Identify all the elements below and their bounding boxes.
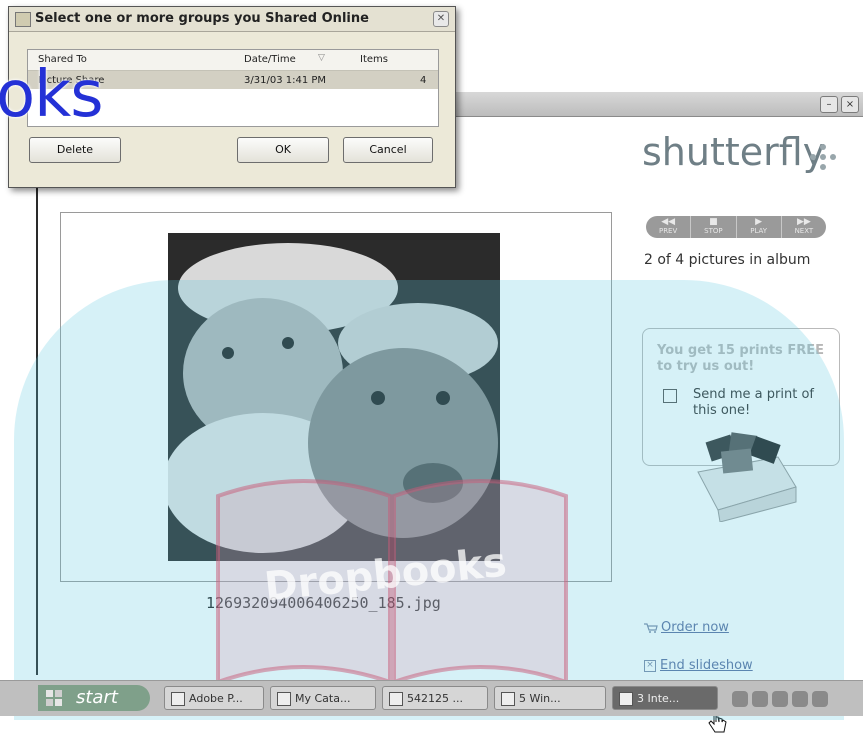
column-date-time[interactable]: Date/Time (244, 54, 296, 65)
stop-button[interactable]: ■ STOP (691, 216, 737, 238)
windows-logo-icon (46, 690, 62, 706)
photo-filename: 126932094006406250_185.jpg (206, 594, 441, 612)
forward-icon: ▶▶ (796, 217, 811, 227)
row-date-time: 3/31/03 1:41 PM (244, 75, 327, 86)
end-slideshow-link[interactable]: × End slideshow (644, 658, 753, 673)
system-tray (732, 685, 863, 713)
watermark-text: oks (0, 58, 104, 132)
taskbar-item-document[interactable]: 542125 ... (382, 686, 488, 710)
album-status: 2 of 4 pictures in album (644, 252, 811, 268)
folder-icon (501, 692, 515, 706)
share-icon (15, 12, 31, 27)
slideshow-controls: ◀◀ PREV ■ STOP ▶ PLAY ▶▶ NEXT (646, 216, 826, 238)
prev-button[interactable]: ◀◀ PREV (646, 216, 692, 238)
task-label-internet: 3 Inte... (637, 692, 680, 705)
task-label-adobe: Adobe P... (189, 692, 243, 705)
play-label: PLAY (750, 227, 768, 235)
clock-icon[interactable] (812, 691, 828, 707)
prev-label: PREV (658, 227, 678, 235)
stop-label: STOP (704, 227, 723, 235)
delete-button[interactable]: Delete (29, 137, 121, 163)
rewind-icon: ◀◀ (661, 217, 676, 227)
end-slideshow-label: End slideshow (660, 658, 753, 673)
next-button[interactable]: ▶▶ NEXT (782, 216, 826, 238)
shutterfly-logo: shutterfly (642, 130, 826, 174)
document-app-icon (389, 692, 403, 706)
next-label: NEXT (794, 227, 814, 235)
minimize-icon[interactable]: – (820, 96, 838, 113)
taskbar-item-catalog[interactable]: My Cata... (270, 686, 376, 710)
order-now-link[interactable]: Order now (644, 620, 729, 635)
network-icon[interactable] (732, 691, 748, 707)
send-print-checkbox[interactable] (663, 389, 677, 403)
dialog-titlebar: Select one or more groups you Shared Onl… (9, 7, 455, 32)
sort-arrow-icon: ▽ (318, 53, 325, 63)
cancel-button[interactable]: Cancel (343, 137, 433, 163)
play-icon: ▶ (755, 217, 763, 227)
promo-headline: You get 15 prints FREE to try us out! (657, 343, 824, 374)
taskbar-item-windows[interactable]: 5 Win... (494, 686, 606, 710)
row-items: 4 (420, 75, 427, 86)
taskbar: start Adobe P... My Cata... 542125 ... 5… (0, 680, 863, 716)
close-icon[interactable]: × (841, 96, 859, 113)
ok-button[interactable]: OK (237, 137, 329, 163)
order-now-label: Order now (661, 620, 729, 635)
start-label: start (76, 687, 118, 708)
dialog-close-icon[interactable]: ✕ (433, 11, 449, 27)
slideshow-photo (168, 233, 500, 561)
security-icon[interactable] (772, 691, 788, 707)
play-button[interactable]: ▶ PLAY (737, 216, 782, 238)
volume-icon[interactable] (752, 691, 768, 707)
send-print-label: Send me a print of this one! (693, 387, 814, 418)
taskbar-item-adobe[interactable]: Adobe P... (164, 686, 264, 710)
end-slideshow-icon: × (644, 659, 656, 672)
logo-dots-icon (810, 144, 836, 170)
catalog-app-icon (277, 692, 291, 706)
task-label-catalog: My Cata... (295, 692, 351, 705)
column-items[interactable]: Items (360, 54, 388, 65)
adobe-app-icon (171, 692, 185, 706)
start-button[interactable]: start (38, 685, 150, 711)
dialog-title: Select one or more groups you Shared Onl… (35, 11, 369, 26)
update-icon[interactable] (792, 691, 808, 707)
print-box-illustration (697, 432, 797, 522)
task-label-windows: 5 Win... (519, 692, 561, 705)
stop-icon: ■ (709, 217, 718, 227)
taskbar-item-internet[interactable]: 3 Inte... (612, 686, 718, 710)
task-label-document: 542125 ... (407, 692, 463, 705)
browser-icon (619, 692, 633, 706)
cart-icon (644, 622, 658, 633)
